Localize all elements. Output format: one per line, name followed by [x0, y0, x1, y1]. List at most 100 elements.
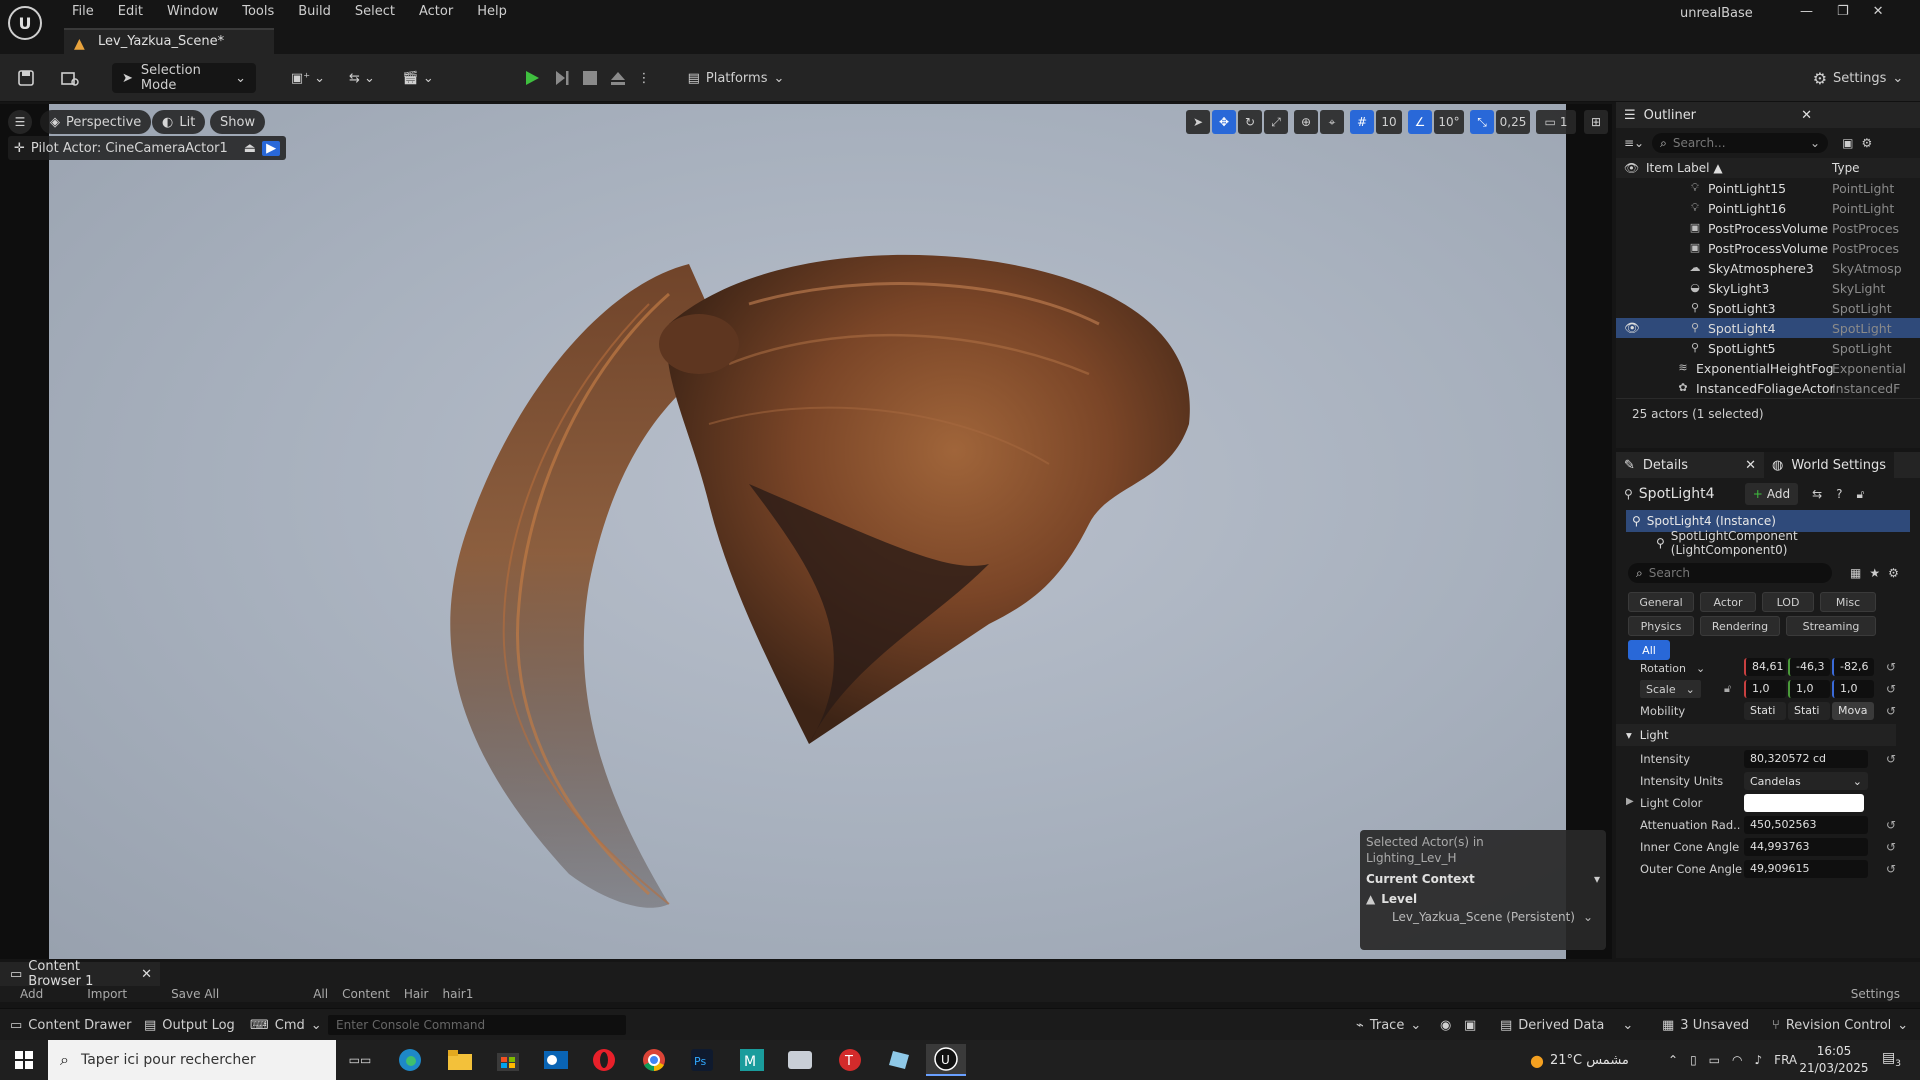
- stop-button[interactable]: [578, 63, 602, 93]
- close-icon[interactable]: ✕: [1801, 108, 1812, 123]
- inner-cone-field[interactable]: 44,993763: [1744, 838, 1868, 856]
- cinematics-icon[interactable]: 🎬︎ ⌄: [398, 63, 438, 93]
- menu-file[interactable]: File: [60, 0, 106, 24]
- record-icon[interactable]: ◉: [1440, 1009, 1451, 1041]
- restore-icon[interactable]: ❐: [1837, 4, 1849, 19]
- scale-dropdown[interactable]: Scale ⌄: [1640, 680, 1701, 698]
- outliner-row[interactable]: ◒ SkyLight3 SkyLight: [1616, 278, 1920, 298]
- cmd-dropdown[interactable]: ⌨ Cmd ⌄: [250, 1009, 322, 1041]
- blueprint-icon[interactable]: ⇆ ⌄: [342, 63, 382, 93]
- notepad-icon[interactable]: [880, 1044, 920, 1076]
- unreal-logo-icon[interactable]: U: [8, 6, 42, 40]
- actor-name[interactable]: SpotLight4: [1639, 486, 1739, 502]
- wifi-icon[interactable]: ◠: [1732, 1053, 1742, 1067]
- more-options-icon[interactable]: ⋮: [634, 63, 654, 93]
- grid-snap-icon[interactable]: #: [1350, 110, 1374, 134]
- light-section-header[interactable]: ▾ Light: [1616, 724, 1896, 746]
- outliner-row[interactable]: ▣ PostProcessVolume PostProces: [1616, 238, 1920, 258]
- outliner-row[interactable]: ⚲ SpotLight5 SpotLight: [1616, 338, 1920, 358]
- output-log-button[interactable]: ▤ Output Log: [144, 1009, 235, 1041]
- import-button[interactable]: Import: [87, 987, 127, 1001]
- category-physics[interactable]: Physics: [1628, 616, 1694, 636]
- menu-help[interactable]: Help: [465, 0, 519, 24]
- outliner-row[interactable]: ✿ InstancedFoliageActor InstancedF: [1616, 378, 1920, 398]
- filter-icon[interactable]: ≡⌄: [1624, 136, 1644, 150]
- light-color-expand-icon[interactable]: ▶: [1626, 796, 1634, 807]
- category-streaming[interactable]: Streaming: [1786, 616, 1876, 636]
- component-row[interactable]: ⚲ SpotLightComponent (LightComponent0): [1626, 529, 1910, 557]
- close-icon[interactable]: ✕: [141, 967, 152, 982]
- gear-icon[interactable]: ⚙: [1861, 136, 1872, 150]
- world-settings-tab[interactable]: ◍ World Settings: [1764, 452, 1895, 478]
- gear-icon[interactable]: ⚙: [1888, 566, 1899, 580]
- level-viewport[interactable]: ☰ ◈ Perspective ◐ Lit Show ✛ Pilot Actor…: [0, 104, 1612, 959]
- add-folder-icon[interactable]: ▣: [1842, 136, 1853, 150]
- photoshop-icon[interactable]: Ps: [682, 1044, 722, 1076]
- category-general[interactable]: General: [1628, 592, 1694, 612]
- rotate-icon[interactable]: ↻: [1238, 110, 1262, 134]
- maya-icon[interactable]: M: [732, 1044, 772, 1076]
- context-collapse-icon[interactable]: ▾: [1594, 872, 1600, 886]
- weather-widget[interactable]: ● 21°C مشمس: [1530, 1040, 1629, 1080]
- rotation-snap-value[interactable]: 10°: [1434, 110, 1464, 134]
- reset-icon[interactable]: ↺: [1886, 840, 1896, 854]
- outliner-tab[interactable]: ☰ Outliner ✕: [1616, 102, 1920, 128]
- tray-device-icon[interactable]: ▯: [1690, 1053, 1697, 1067]
- language-indicator[interactable]: FRA: [1774, 1053, 1797, 1067]
- grid-snap-value[interactable]: 10: [1376, 110, 1402, 134]
- tray-chevron-icon[interactable]: ⌃: [1668, 1053, 1678, 1067]
- content-settings-button[interactable]: Settings: [1851, 987, 1900, 1001]
- menu-edit[interactable]: Edit: [106, 0, 155, 24]
- outliner-row[interactable]: ⚲ SpotLight3 SpotLight: [1616, 298, 1920, 318]
- rotation-snap-icon[interactable]: ∠: [1408, 110, 1432, 134]
- outliner-row[interactable]: ≋ ExponentialHeightFog Exponential: [1616, 358, 1920, 378]
- outliner-row[interactable]: 💡︎ PointLight15 PointLight: [1616, 178, 1920, 198]
- category-misc[interactable]: Misc: [1820, 592, 1876, 612]
- outer-cone-field[interactable]: 49,909615: [1744, 860, 1868, 878]
- reset-icon[interactable]: ↺: [1886, 682, 1896, 696]
- menu-tools[interactable]: Tools: [230, 0, 286, 24]
- chrome-icon[interactable]: [634, 1044, 674, 1076]
- help-icon[interactable]: ?: [1836, 487, 1842, 501]
- path-hair1[interactable]: hair1: [443, 987, 474, 1001]
- trace-dropdown[interactable]: ⌁ Trace ⌄: [1356, 1009, 1421, 1041]
- volume-icon[interactable]: ♪: [1755, 1053, 1763, 1067]
- intensity-units-dropdown[interactable]: Candelas ⌄: [1744, 772, 1868, 790]
- reset-icon[interactable]: ↺: [1886, 704, 1896, 718]
- path-all[interactable]: All: [313, 987, 328, 1001]
- outliner-row[interactable]: 👁︎ ⚲ SpotLight4 SpotLight: [1616, 318, 1920, 338]
- viewport-layout-icon[interactable]: ⊞: [1584, 110, 1608, 134]
- viewport-scene[interactable]: [49, 104, 1566, 959]
- scale-lock-icon[interactable]: 🔓︎: [1724, 682, 1731, 696]
- content-browser-icon[interactable]: [58, 63, 82, 93]
- selection-mode-dropdown[interactable]: ➤ Selection Mode ⌄: [112, 63, 256, 93]
- table-view-icon[interactable]: ▦: [1850, 566, 1861, 580]
- persistent-level-dropdown[interactable]: Lev_Yazkua_Scene (Persistent) ⌄: [1392, 910, 1600, 924]
- outliner-search-input[interactable]: ⌕ Search... ⌄: [1652, 133, 1829, 153]
- notification-center-icon[interactable]: ▤3: [1882, 1050, 1901, 1069]
- mobility-static-button[interactable]: Stati: [1744, 702, 1786, 720]
- scale-z-field[interactable]: 1,0: [1832, 680, 1874, 698]
- eject-pilot-icon[interactable]: ⏏: [244, 141, 256, 156]
- show-button[interactable]: Show: [210, 110, 266, 134]
- tray-monitor-icon[interactable]: ▭: [1709, 1053, 1720, 1067]
- settings-dropdown[interactable]: ⚙ Settings ⌄: [1810, 63, 1906, 93]
- scale-y-field[interactable]: 1,0: [1788, 680, 1830, 698]
- menu-build[interactable]: Build: [286, 0, 343, 24]
- edge-icon[interactable]: [390, 1044, 430, 1076]
- reset-icon[interactable]: ↺: [1886, 752, 1896, 766]
- camera-speed-icon[interactable]: ▭ 1: [1536, 110, 1576, 134]
- app-icon[interactable]: [780, 1044, 820, 1076]
- star-icon[interactable]: ★: [1869, 566, 1880, 580]
- menu-window[interactable]: Window: [155, 0, 230, 24]
- revision-control-dropdown[interactable]: ⑂ Revision Control ⌄: [1772, 1009, 1908, 1041]
- screenshot-icon[interactable]: ▣: [1464, 1009, 1476, 1041]
- attenuation-radius-field[interactable]: 450,502563: [1744, 816, 1868, 834]
- file-explorer-icon[interactable]: [440, 1044, 480, 1076]
- content-browser-tab[interactable]: ▭ Content Browser 1 ✕: [0, 959, 160, 989]
- minimize-icon[interactable]: —: [1800, 4, 1813, 19]
- store-icon[interactable]: [488, 1044, 528, 1076]
- category-actor[interactable]: Actor: [1700, 592, 1756, 612]
- category-all[interactable]: All: [1628, 640, 1670, 660]
- item-label-header[interactable]: Item Label ▲: [1646, 161, 1723, 175]
